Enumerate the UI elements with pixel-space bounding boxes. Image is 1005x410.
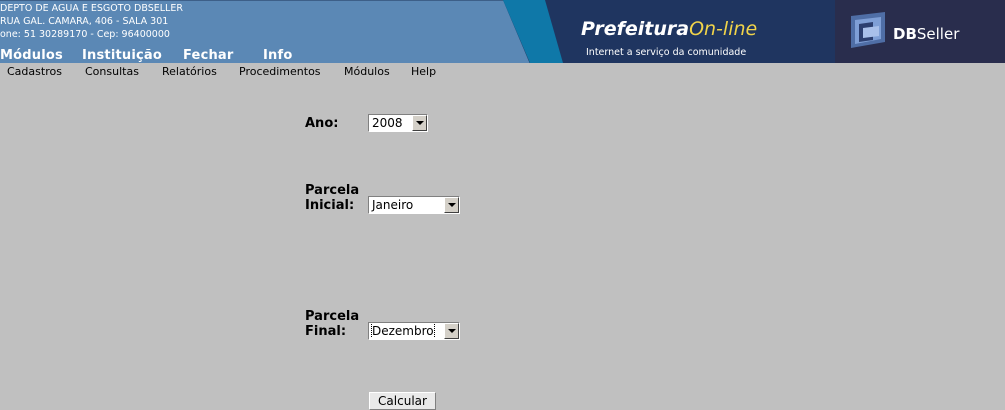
submenu-relatorios[interactable]: Relatórios [162, 65, 217, 78]
parcela-inicial-select[interactable]: Janeiro [368, 196, 460, 214]
prefeitura-title-text: Prefeitura [581, 18, 690, 40]
chevron-down-icon[interactable] [412, 115, 427, 131]
ano-label: Ano: [305, 116, 339, 131]
organization-contact: one: 51 30289170 - Cep: 96400000 [0, 29, 170, 40]
dbseller-logo-icon [851, 12, 885, 48]
main-menu-info[interactable]: Info [263, 47, 292, 63]
parcela-final-selected-text: Dezembro [371, 324, 435, 338]
main-menu-fechar[interactable]: Fechar [183, 47, 234, 63]
ano-select[interactable]: 2008 [368, 114, 428, 132]
submenu-cadastros[interactable]: Cadastros [7, 65, 62, 78]
main-menu-instituicao[interactable]: Instituição [82, 47, 162, 63]
submenu-help[interactable]: Help [411, 65, 436, 78]
prefeitura-subtitle: Internet a serviço da comunidade [586, 47, 747, 58]
dbseller-brand-bold: DB [893, 25, 917, 43]
submenu-modulos[interactable]: Módulos [344, 65, 390, 78]
organization-address: RUA GAL. CAMARA, 406 - SALA 301 [0, 16, 169, 27]
parcela-inicial-label-line2: Inicial: [305, 198, 355, 213]
prefeitura-logo-title: PrefeituraOn-line [581, 18, 757, 40]
parcela-final-select-value: Dezembro [369, 324, 444, 338]
ano-select-value: 2008 [372, 116, 403, 130]
main-menu-modulos[interactable]: Módulos [0, 47, 63, 63]
parcela-final-label-line2: Final: [305, 324, 347, 339]
chevron-down-icon[interactable] [444, 323, 459, 339]
parcela-inicial-label-line1: Parcela [305, 183, 360, 198]
submenu-consultas[interactable]: Consultas [85, 65, 139, 78]
chevron-down-icon[interactable] [444, 197, 459, 213]
online-title-text: On-line [689, 18, 758, 40]
parcela-final-select[interactable]: Dezembro [368, 322, 460, 340]
dbseller-logo-text: DBSeller [893, 25, 959, 43]
organization-name: DEPTO DE AGUA E ESGOTO DBSELLER [0, 3, 183, 14]
calcular-button[interactable]: Calcular [369, 392, 436, 410]
dbseller-brand-rest: Seller [916, 25, 960, 43]
parcela-final-label-line1: Parcela [305, 309, 360, 324]
parcela-inicial-select-value: Janeiro [372, 198, 414, 212]
sub-menu: Cadastros Consultas Relatórios Procedime… [0, 63, 1005, 80]
submenu-procedimentos[interactable]: Procedimentos [239, 65, 321, 78]
